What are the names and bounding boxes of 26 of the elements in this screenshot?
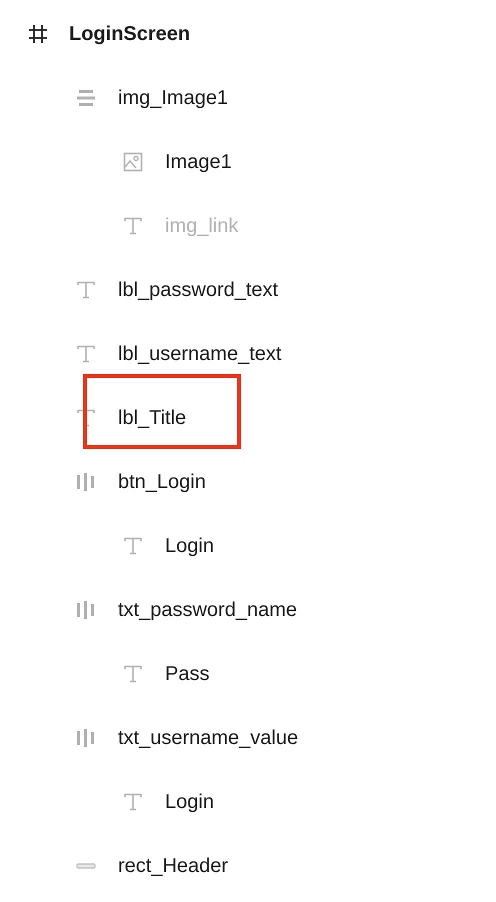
layer-name[interactable]: Login bbox=[165, 534, 214, 558]
layer-name[interactable]: txt_username_value bbox=[118, 726, 298, 750]
frame-icon bbox=[28, 24, 48, 44]
layer-name[interactable]: rect_Header bbox=[118, 854, 228, 878]
layer-name[interactable]: LoginScreen bbox=[69, 22, 190, 46]
stacked-bars-icon bbox=[76, 88, 96, 108]
layer-name[interactable]: txt_password_name bbox=[118, 598, 297, 622]
layer-name[interactable]: img_Image1 bbox=[118, 86, 228, 110]
text-icon bbox=[76, 280, 96, 300]
image-icon bbox=[123, 152, 143, 172]
text-icon bbox=[123, 792, 143, 812]
vertical-bars-icon bbox=[76, 600, 96, 620]
layer-name[interactable]: Login bbox=[165, 790, 214, 814]
layer-name[interactable]: Pass bbox=[165, 662, 210, 686]
text-icon bbox=[123, 216, 143, 236]
layer-name[interactable]: btn_Login bbox=[118, 470, 206, 494]
text-icon bbox=[76, 408, 96, 428]
vertical-bars-icon bbox=[76, 472, 96, 492]
text-icon bbox=[123, 536, 143, 556]
text-icon bbox=[76, 344, 96, 364]
layer-name[interactable]: lbl_Title bbox=[118, 406, 186, 430]
text-icon bbox=[123, 664, 143, 684]
vertical-bars-icon bbox=[76, 728, 96, 748]
layer-name[interactable]: lbl_username_text bbox=[118, 342, 282, 366]
layer-name[interactable]: Image1 bbox=[165, 150, 232, 174]
layer-name[interactable]: lbl_password_text bbox=[118, 278, 278, 302]
